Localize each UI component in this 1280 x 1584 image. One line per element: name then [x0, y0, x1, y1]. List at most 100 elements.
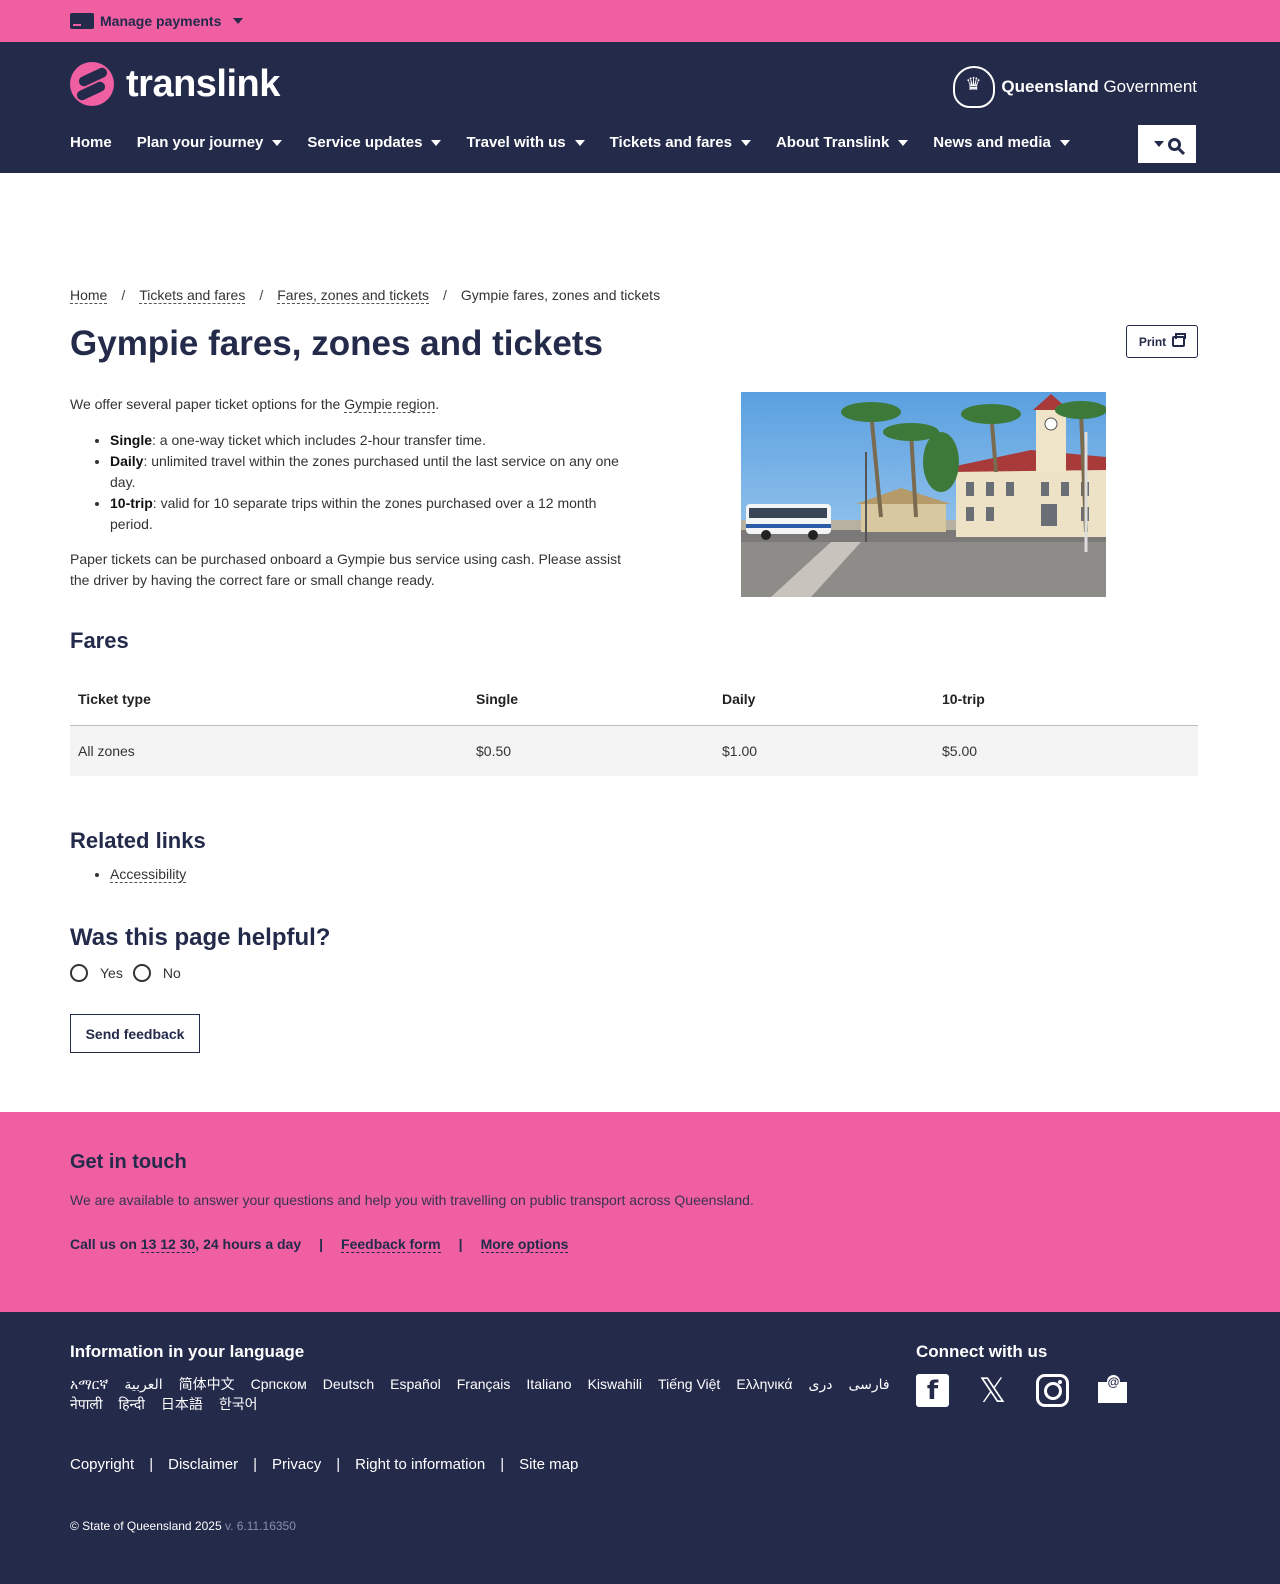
- lang-link[interactable]: العربية: [124, 1374, 162, 1394]
- get-in-touch-heading: Get in touch: [70, 1151, 187, 1173]
- social-links: f 𝕏 @: [916, 1371, 1129, 1411]
- instagram-icon[interactable]: [1036, 1374, 1069, 1407]
- separator: |: [149, 1456, 154, 1473]
- lang-link[interactable]: فارسی: [848, 1374, 889, 1394]
- top-bar: Manage payments: [0, 0, 1280, 42]
- col-single: Single: [468, 674, 714, 726]
- nav-service-updates[interactable]: Service updates: [307, 134, 442, 151]
- breadcrumb: Home / Tickets and fares / Fares, zones …: [70, 287, 660, 304]
- separator: |: [253, 1456, 258, 1473]
- site-map-link[interactable]: Site map: [519, 1456, 578, 1473]
- right-to-information-link[interactable]: Right to information: [355, 1456, 485, 1473]
- lang-link[interactable]: Español: [390, 1374, 441, 1394]
- helpful-heading: Was this page helpful?: [70, 924, 331, 951]
- privacy-link[interactable]: Privacy: [272, 1456, 321, 1473]
- nav-label: Plan your journey: [136, 134, 264, 151]
- nav-tickets-and-fares[interactable]: Tickets and fares: [610, 134, 751, 151]
- lang-link[interactable]: हिन्दी: [118, 1394, 144, 1414]
- facebook-icon[interactable]: f: [916, 1374, 949, 1407]
- lang-link[interactable]: Tiếng Việt: [658, 1374, 720, 1394]
- lang-link[interactable]: 简体中文: [179, 1374, 235, 1394]
- table-cell: $5.00: [934, 725, 1198, 776]
- lang-link[interactable]: Deutsch: [323, 1374, 374, 1394]
- chevron-down-icon: [574, 139, 585, 146]
- page-title: Gympie fares, zones and tickets: [70, 324, 603, 363]
- breadcrumb-fares-zones-tickets[interactable]: Fares, zones and tickets: [277, 287, 429, 304]
- chevron-down-icon: [740, 139, 751, 146]
- radio-circle[interactable]: [132, 964, 151, 982]
- lang-link[interactable]: नेपाली: [70, 1394, 102, 1414]
- ticket-options-list: Single: a one-way ticket which includes …: [110, 430, 630, 535]
- send-feedback-button[interactable]: Send feedback: [70, 1014, 200, 1053]
- col-daily: Daily: [714, 674, 934, 726]
- lang-link[interactable]: Français: [457, 1374, 511, 1394]
- main-nav: Home Plan your journey Service updates T…: [70, 134, 1095, 151]
- email-icon[interactable]: @: [1096, 1374, 1129, 1407]
- nav-travel-with-us[interactable]: Travel with us: [466, 134, 585, 151]
- breadcrumb-separator: /: [121, 287, 126, 303]
- lang-link[interactable]: 日本語: [161, 1394, 203, 1414]
- chevron-down-icon: [898, 139, 909, 146]
- gympie-region-link[interactable]: Gympie region: [344, 396, 436, 413]
- accessibility-link[interactable]: Accessibility: [110, 866, 187, 883]
- radio-circle[interactable]: [70, 964, 88, 982]
- radio-yes[interactable]: Yes: [70, 964, 123, 982]
- search-button[interactable]: [1138, 125, 1196, 163]
- manage-payments-menu[interactable]: Manage payments: [70, 13, 244, 29]
- disclaimer-link[interactable]: Disclaimer: [168, 1456, 238, 1473]
- get-in-touch-section: Get in touch We are available to answer …: [0, 1112, 1280, 1312]
- helpful-radio-group: Yes No: [70, 964, 181, 982]
- print-button[interactable]: Print: [1126, 325, 1198, 358]
- lang-link[interactable]: Српском: [251, 1374, 307, 1394]
- ticket-desc: : valid for 10 separate trips within the…: [110, 495, 597, 532]
- qld-government-logo[interactable]: Queensland Government: [953, 66, 1197, 108]
- intro-paragraph: We offer several paper ticket options fo…: [70, 394, 630, 415]
- x-icon[interactable]: 𝕏: [976, 1371, 1009, 1411]
- nav-label: Service updates: [307, 134, 423, 151]
- get-in-touch-text: We are available to answer your question…: [70, 1192, 754, 1208]
- ticket-term: Daily: [110, 453, 144, 469]
- logo-text: translink: [126, 62, 280, 105]
- intro-text-end: .: [435, 396, 440, 412]
- more-options-link[interactable]: More options: [480, 1236, 569, 1253]
- copyright-label: © State of Queensland 2025: [70, 1519, 222, 1533]
- lang-link[interactable]: دری: [808, 1374, 832, 1394]
- lang-link[interactable]: Ελληνικά: [736, 1374, 792, 1394]
- lang-link[interactable]: 한국어: [219, 1394, 258, 1414]
- radio-no-label: No: [162, 965, 181, 981]
- lang-link[interactable]: አማርኛ: [70, 1374, 108, 1394]
- col-ticket-type: Ticket type: [70, 674, 468, 726]
- separator: |: [319, 1236, 324, 1252]
- lang-link[interactable]: Italiano: [526, 1374, 571, 1394]
- radio-no[interactable]: No: [132, 964, 181, 982]
- nav-news-and-media[interactable]: News and media: [933, 134, 1070, 151]
- breadcrumb-home[interactable]: Home: [70, 287, 108, 304]
- translink-logo[interactable]: translink: [70, 62, 280, 106]
- ticket-desc: : a one-way ticket which includes 2-hour…: [152, 432, 486, 448]
- separator: |: [458, 1236, 463, 1252]
- copyright-link[interactable]: Copyright: [70, 1456, 134, 1473]
- list-item: Accessibility: [110, 866, 187, 883]
- intro-section: We offer several paper ticket options fo…: [70, 394, 630, 591]
- nav-plan-your-journey[interactable]: Plan your journey: [137, 134, 283, 151]
- card-icon: [70, 13, 94, 29]
- fares-heading: Fares: [70, 628, 129, 653]
- paper-ticket-note: Paper tickets can be purchased onboard a…: [70, 551, 621, 588]
- related-links-list: Accessibility: [110, 866, 187, 883]
- phone-link[interactable]: 13 12 30: [140, 1236, 196, 1253]
- ticket-desc: : unlimited travel within the zones purc…: [110, 453, 619, 490]
- list-item: 10-trip: valid for 10 separate trips wit…: [110, 493, 630, 535]
- print-label: Print: [1138, 334, 1167, 349]
- ticket-term: 10-trip: [110, 495, 153, 511]
- nav-about-translink[interactable]: About Translink: [776, 134, 909, 151]
- chevron-down-icon: [431, 139, 442, 146]
- lang-link[interactable]: Kiswahili: [588, 1374, 642, 1394]
- language-links: አማርኛ العربية 简体中文 Српском Deutsch Españo…: [70, 1374, 890, 1414]
- related-links-heading: Related links: [70, 828, 206, 853]
- chevron-down-icon: [1059, 139, 1070, 146]
- feedback-form-link[interactable]: Feedback form: [341, 1236, 441, 1253]
- breadcrumb-tickets-and-fares[interactable]: Tickets and fares: [139, 287, 246, 304]
- nav-home[interactable]: Home: [70, 134, 112, 151]
- translink-logo-icon: [70, 62, 114, 106]
- footer-links: Copyright | Disclaimer | Privacy | Right…: [70, 1456, 578, 1473]
